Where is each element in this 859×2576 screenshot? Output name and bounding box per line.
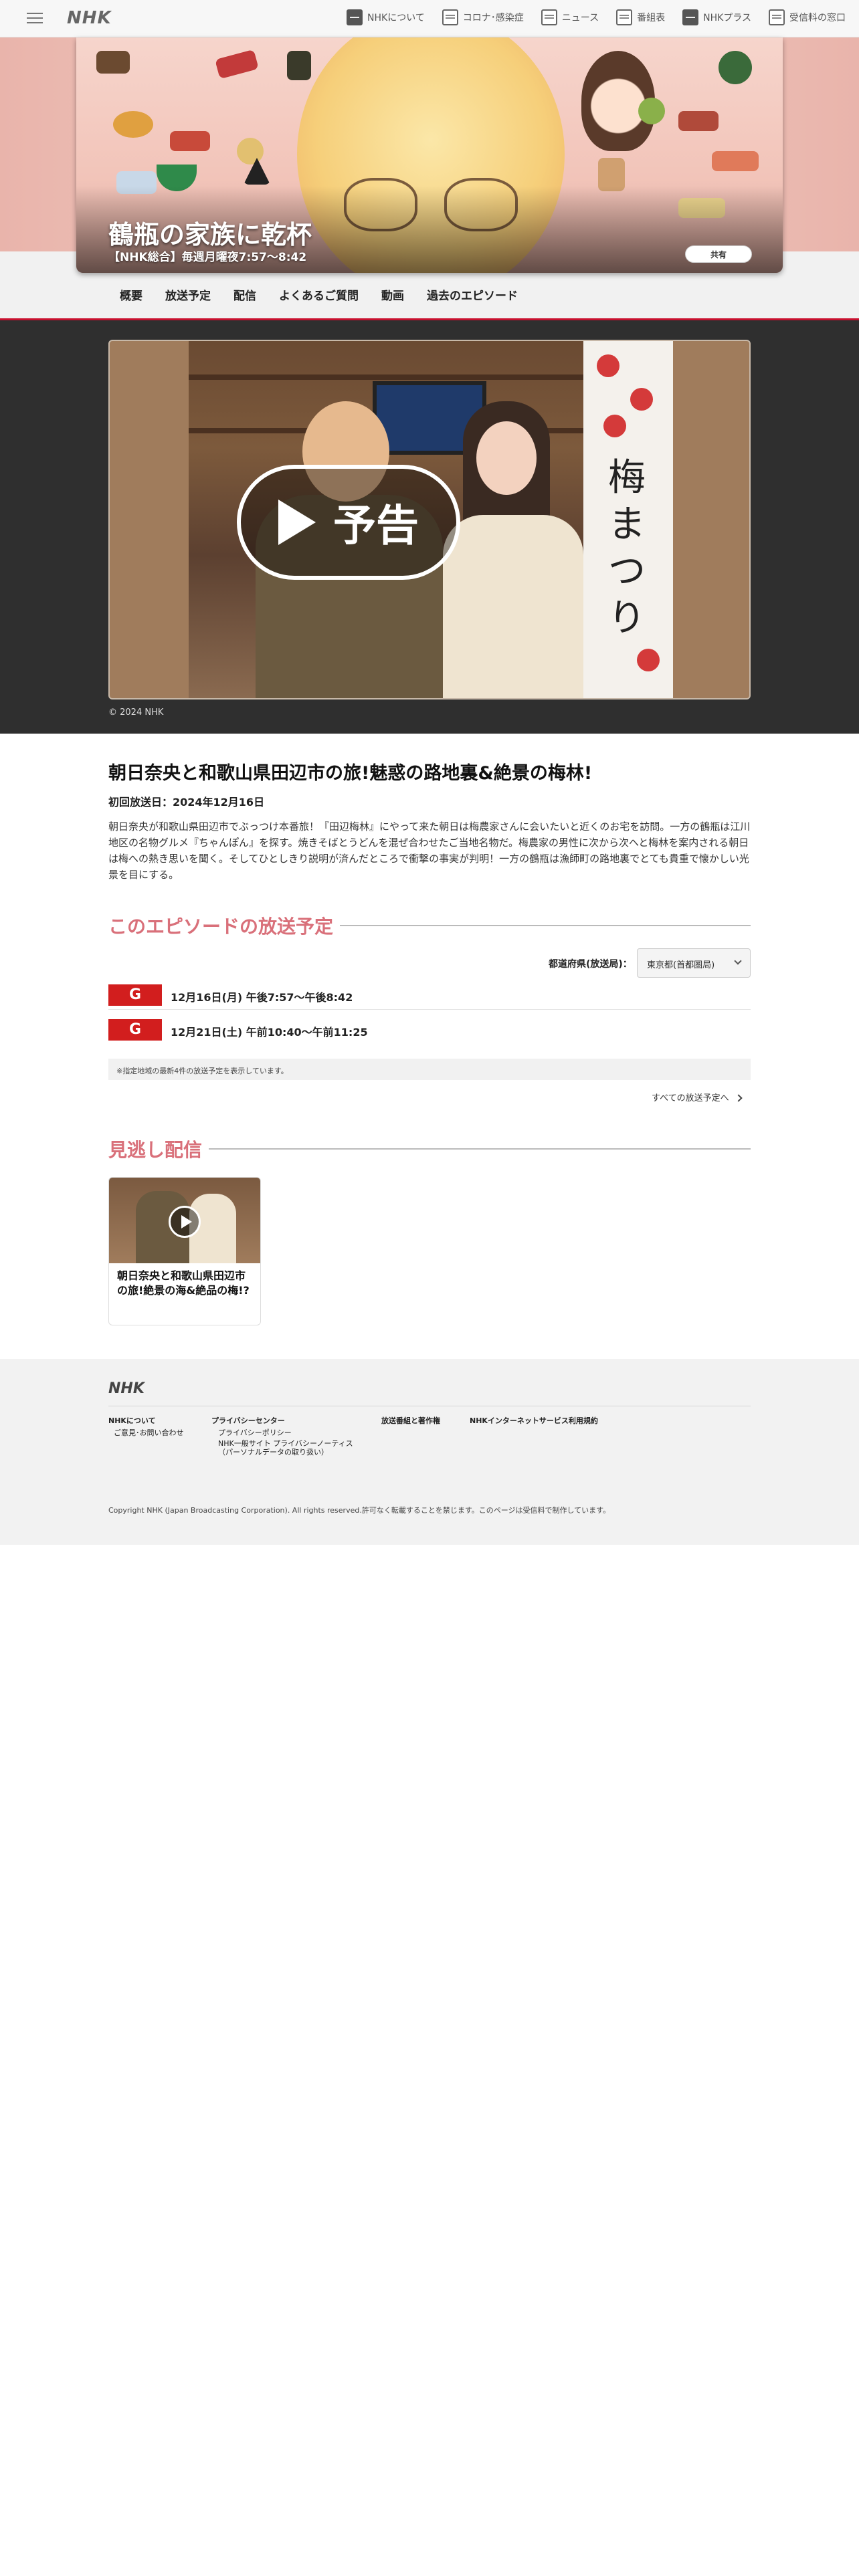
nav-fee-counter[interactable]: 受信料の窓口 [769,9,846,25]
hamburger-menu-icon[interactable] [27,9,43,27]
nav-news[interactable]: ニュース [541,9,599,25]
top-bar: NHK NHKについて コロナ･感染症 ニュース 番組表 NHKプラス 受信料の… [0,0,859,37]
video-copyright: © 2024 NHK [108,708,164,718]
prefecture-select[interactable]: 東京都(首都圏局) [637,948,751,978]
all-schedules-label: すべての放送予定へ [652,1093,729,1103]
prefecture-label: 都道府県(放送局)： [549,959,632,970]
nav-label: NHKプラス [703,13,751,23]
schedule-row: G 12月21日(土) 午前10:40〜午前11:25 [108,1012,751,1045]
play-label: 予告 [333,502,419,551]
guest-figure [436,401,590,698]
vod-card[interactable]: 朝日奈央と和歌山県田辺市の旅!絶景の海&絶品の梅!? [108,1177,261,1325]
nhk-plus-icon [682,9,699,25]
footer-logo[interactable]: NHK [108,1380,145,1397]
tab-overview[interactable]: 概要 [108,286,154,306]
footer-link-broadcast-rights[interactable]: 放送番組と著作権 [381,1415,440,1426]
share-button[interactable]: 共有 [685,245,752,263]
footer-link-terms[interactable]: NHKインターネットサービス利用規約 [470,1415,598,1426]
nav-label: NHKについて [367,13,425,23]
nav-label: 受信料の窓口 [789,13,846,23]
vod-section-heading: 見逃し配信 [108,1136,751,1162]
program-tabs: 概要 放送予定 配信 よくあるご質問 動画 過去のエピソード [108,286,529,306]
first-air-date: 初回放送日：2024年12月16日 [108,796,265,809]
prefecture-value: 東京都(首都圏局) [647,960,715,970]
nav-corona[interactable]: コロナ･感染症 [442,9,524,25]
nhk-logo[interactable]: NHK [67,8,112,28]
nav-program-guide[interactable]: 番組表 [616,9,665,25]
play-icon [169,1206,201,1238]
nav-nhk-plus[interactable]: NHKプラス [682,9,751,25]
food-illustration [678,111,719,131]
ume-banner: 梅まつり [583,341,673,698]
footer-link-about[interactable]: NHKについて [108,1415,156,1426]
food-illustration [215,49,259,80]
nhk-about-icon [347,9,363,25]
food-illustration [287,51,311,80]
food-illustration [719,51,752,84]
ume-flower [630,388,653,411]
tab-videos[interactable]: 動画 [370,286,415,306]
tab-broadcast-schedule[interactable]: 放送予定 [154,286,222,306]
food-illustration [96,51,130,74]
chevron-right-icon [734,1094,743,1102]
footer-link-privacy-policy[interactable]: プライバシーポリシー [218,1427,292,1438]
episode-description: 朝日奈央が和歌山県田辺市でぶっつけ本番旅！『田辺梅林』にやって来た朝日は梅農家さ… [108,821,751,881]
section-title: 見逃し配信 [108,1139,203,1161]
ume-flower [597,354,619,377]
play-trailer-button[interactable]: 予告 [237,465,460,580]
food-illustration [712,151,759,171]
food-illustration [638,98,665,124]
schedule-time: 12月16日(月) 午後7:57〜午後8:42 [171,991,353,1004]
video-player[interactable]: 梅まつり 予告 [108,340,751,700]
ume-flower [603,415,626,437]
program-hero: 鶴瓶の家族に乾杯 【NHK総合】毎週月曜夜7:57〜8:42 共有 [76,37,783,273]
food-illustration [170,131,210,151]
program-title: 鶴瓶の家族に乾杯 [108,220,312,249]
play-icon [278,500,316,545]
food-illustration [113,111,153,138]
top-nav: NHKについて コロナ･感染症 ニュース 番組表 NHKプラス 受信料の窓口 [347,9,846,25]
vod-thumbnail [109,1178,260,1263]
food-illustration [237,138,264,165]
channel-badge: G [108,1019,162,1041]
broadcast-section-heading: このエピソードの放送予定 [108,912,751,939]
tab-streaming[interactable]: 配信 [222,286,268,306]
nav-nhk-about[interactable]: NHKについて [347,9,425,25]
ume-flower [637,649,660,671]
heading-rule [209,1148,751,1150]
nav-label: 番組表 [637,13,666,23]
section-title: このエピソードの放送予定 [108,916,334,938]
channel-badge: G [108,984,162,1006]
footer-copyright: Copyright NHK (Japan Broadcasting Corpor… [108,1506,611,1515]
program-guide-icon [616,9,633,25]
tab-past-episodes[interactable]: 過去のエピソード [415,286,529,306]
news-icon [541,9,557,25]
nav-label: ニュース [561,13,599,23]
schedule-row: G 12月16日(月) 午後7:57〜午後8:42 [108,978,751,1010]
tab-faq[interactable]: よくあるご質問 [268,286,370,306]
footer: NHK NHKについて ご意見･お問い合わせ プライバシーセンター プライバシー… [0,1359,859,1545]
chevron-down-icon [734,957,742,965]
all-schedules-link[interactable]: すべての放送予定へ [652,1091,743,1103]
heading-rule [340,925,751,926]
fee-counter-icon [769,9,785,25]
schedule-notice: ※指定地域の最新4件の放送予定を表示しています。 [108,1059,751,1080]
program-schedule: 【NHK総合】毎週月曜夜7:57〜8:42 [108,251,307,264]
banner-text: 梅まつり [608,456,646,640]
nav-label: コロナ･感染症 [462,13,524,23]
corona-icon [442,9,458,25]
vod-title: 朝日奈央と和歌山県田辺市の旅!絶景の海&絶品の梅!? [117,1269,250,1297]
footer-link-privacy-center[interactable]: プライバシーセンター [211,1415,285,1426]
footer-link-contact[interactable]: ご意見･お問い合わせ [114,1427,184,1438]
footer-link-privacy-notice[interactable]: NHK一般サイト プライバシーノーティス（パーソナルデータの取り扱い） [218,1439,365,1457]
episode-title: 朝日奈央と和歌山県田辺市の旅!魅惑の路地裏&絶景の梅林! [108,763,593,784]
schedule-time: 12月21日(土) 午前10:40〜午前11:25 [171,1026,368,1039]
